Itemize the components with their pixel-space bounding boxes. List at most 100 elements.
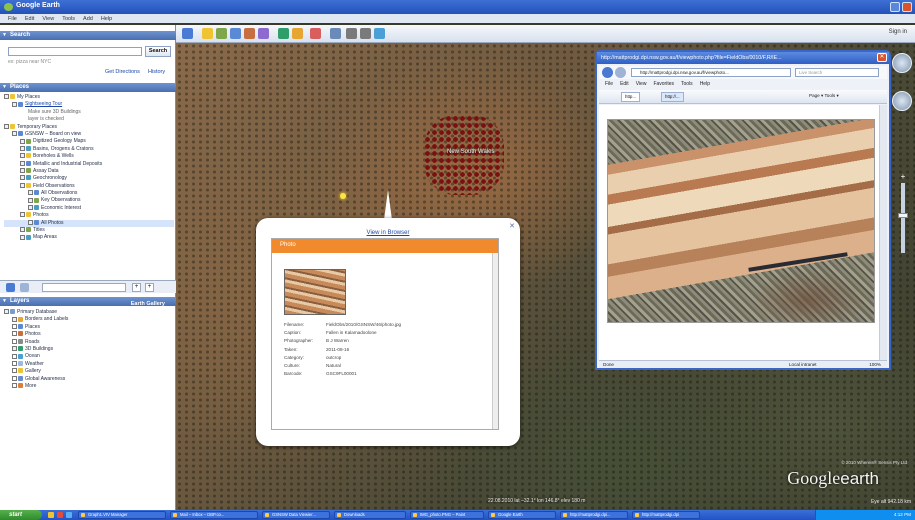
menu-view[interactable]: View: [42, 16, 54, 22]
search-button[interactable]: Search: [145, 46, 171, 57]
move-control[interactable]: [892, 91, 912, 111]
history-link[interactable]: History: [148, 69, 165, 75]
checkbox-icon[interactable]: [20, 168, 25, 174]
address-bar[interactable]: http://mattprodgi.dpi.nsw.gov.au/f/viewp…: [631, 68, 791, 77]
places-tree-item[interactable]: Basins, Orogens & Cratons: [4, 146, 174, 153]
sign-in-link[interactable]: Sign in: [889, 29, 907, 35]
layers-tree-item[interactable]: Global Awareness: [4, 376, 174, 383]
checkbox-icon[interactable]: [20, 153, 25, 159]
places-tree-item[interactable]: GSNSW – Board on view: [4, 131, 174, 138]
selected-placemark-icon[interactable]: [340, 193, 346, 199]
quick-launch-icon[interactable]: [57, 512, 63, 518]
taskbar-button[interactable]: Downloads: [334, 511, 406, 519]
checkbox-icon[interactable]: [20, 160, 25, 166]
places-tree-item[interactable]: Metallic and Industrial Deposits: [4, 161, 174, 168]
browser-menu-help[interactable]: Help: [700, 80, 710, 89]
checkbox-icon[interactable]: [28, 205, 33, 211]
search-panel-header[interactable]: Search: [0, 31, 176, 40]
places-tree-item[interactable]: Boreholes & Wells: [4, 153, 174, 160]
layers-tree-item[interactable]: Borders and Labels: [4, 316, 174, 323]
browser-scrollbar[interactable]: [879, 105, 887, 360]
checkbox-icon[interactable]: [4, 123, 9, 129]
checkbox-icon[interactable]: [28, 190, 33, 196]
balloon-close-icon[interactable]: ✕: [509, 222, 515, 230]
browser-search-input[interactable]: Live Search: [795, 68, 879, 77]
get-directions-link[interactable]: Get Directions: [105, 69, 140, 75]
taskbar-button[interactable]: Google Earth: [488, 511, 556, 519]
places-tree-item[interactable]: All Photos: [4, 219, 174, 228]
status-zoom[interactable]: 100%: [869, 361, 881, 369]
checkbox-icon[interactable]: [20, 234, 25, 240]
menu-add[interactable]: Add: [83, 16, 93, 22]
photo-placemark-cluster[interactable]: [424, 115, 504, 195]
places-tree-item[interactable]: Make sure 3D Buildings: [4, 109, 174, 116]
forward-icon[interactable]: [615, 67, 626, 78]
checkbox-icon[interactable]: [20, 212, 25, 218]
places-tree-item[interactable]: All Observations: [4, 190, 174, 197]
zoom-in-icon[interactable]: +: [899, 173, 907, 181]
checkbox-icon[interactable]: [12, 353, 17, 359]
earth-gallery-button[interactable]: Earth Gallery: [131, 301, 165, 307]
ruler-icon[interactable]: [330, 28, 341, 39]
checkbox-icon[interactable]: [20, 138, 25, 144]
checkbox-icon[interactable]: [20, 145, 25, 151]
places-panel-header[interactable]: Places: [0, 83, 176, 92]
zoom-slider-handle[interactable]: [898, 213, 908, 218]
search-input[interactable]: [8, 47, 142, 56]
placemark-icon[interactable]: [202, 28, 213, 39]
browser-menu-edit[interactable]: Edit: [620, 80, 629, 89]
places-tree-item[interactable]: Geochronology: [4, 175, 174, 182]
print-icon[interactable]: [360, 28, 371, 39]
taskbar-button[interactable]: http://mattprodgi.dpi: [632, 511, 700, 519]
places-tree-item[interactable]: Key Observations: [4, 197, 174, 204]
page-tools-menu[interactable]: Page ▾ Tools ▾: [809, 93, 839, 99]
taskbar-button[interactable]: Graph1.VIV Manager: [78, 511, 166, 519]
checkbox-icon[interactable]: [4, 94, 9, 100]
overlay-icon[interactable]: [244, 28, 255, 39]
quick-launch-icon[interactable]: [48, 512, 54, 518]
browser-menu-file[interactable]: File: [605, 80, 613, 89]
browser-close-icon[interactable]: ✕: [877, 53, 887, 62]
layers-tree-item[interactable]: More: [4, 383, 174, 390]
sidebar-toggle-icon[interactable]: [182, 28, 193, 39]
search-places-icon[interactable]: [6, 283, 15, 292]
layers-tree-item[interactable]: Places: [4, 324, 174, 331]
checkbox-icon[interactable]: [20, 182, 25, 188]
browser-menu-view[interactable]: View: [636, 80, 647, 89]
places-tree-item[interactable]: Temporary Places: [4, 124, 174, 131]
places-tree-item[interactable]: Digitized Geology Maps: [4, 138, 174, 145]
look-around-control[interactable]: [892, 53, 912, 73]
menu-help[interactable]: Help: [101, 16, 112, 22]
checkbox-icon[interactable]: [12, 346, 17, 352]
historical-imagery-icon[interactable]: [278, 28, 289, 39]
minimize-icon[interactable]: [890, 2, 900, 12]
layers-tree-item[interactable]: Gallery: [4, 368, 174, 375]
checkbox-icon[interactable]: [12, 131, 17, 137]
zoom-slider[interactable]: [901, 183, 905, 253]
back-icon[interactable]: [602, 67, 613, 78]
menu-edit[interactable]: Edit: [25, 16, 34, 22]
places-tree-item[interactable]: Photos: [4, 212, 174, 219]
layers-tree-item[interactable]: Weather: [4, 361, 174, 368]
view-in-browser-link[interactable]: View in Browser: [256, 230, 520, 236]
checkbox-icon[interactable]: [4, 309, 9, 315]
taskbar-button[interactable]: GSNSW Data Viewier...: [262, 511, 330, 519]
checkbox-icon[interactable]: [28, 219, 33, 225]
browser-tab[interactable]: http...: [621, 92, 640, 102]
places-tree-item[interactable]: layer is checked: [4, 116, 174, 123]
layers-tree-item[interactable]: 3D Buildings: [4, 346, 174, 353]
checkbox-icon[interactable]: [12, 360, 17, 366]
start-button[interactable]: start: [0, 510, 42, 520]
checkbox-icon[interactable]: [20, 227, 25, 233]
checkbox-icon[interactable]: [12, 368, 17, 374]
planets-icon[interactable]: [310, 28, 321, 39]
checkbox-icon[interactable]: [12, 383, 17, 389]
layers-tree-item[interactable]: Roads: [4, 339, 174, 346]
checkbox-icon[interactable]: [20, 175, 25, 181]
places-tree-item[interactable]: Assay Data: [4, 168, 174, 175]
places-tree-item[interactable]: Sightseeing Tour: [4, 101, 174, 108]
path-icon[interactable]: [230, 28, 241, 39]
sun-icon[interactable]: [292, 28, 303, 39]
quick-launch-icon[interactable]: [66, 512, 72, 518]
list-icon[interactable]: [20, 283, 29, 292]
